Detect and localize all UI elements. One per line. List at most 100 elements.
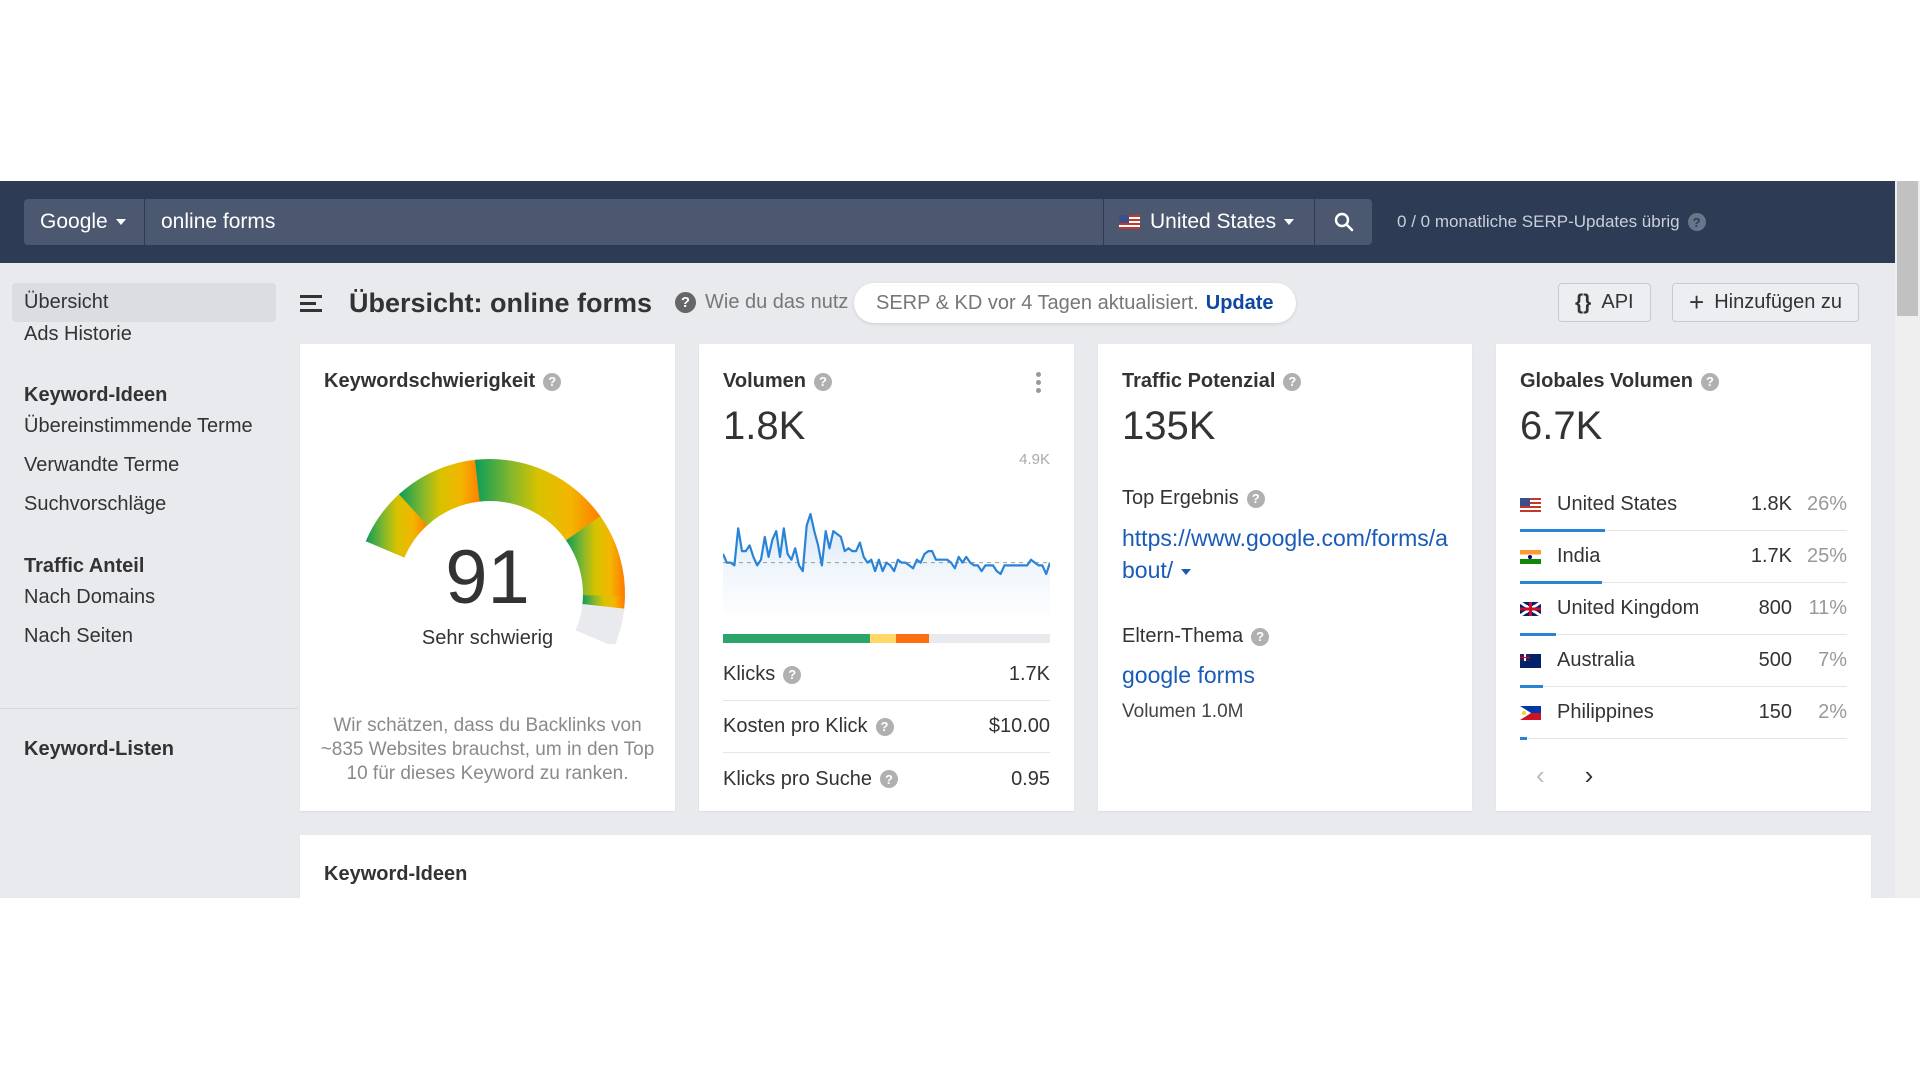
- more-options-icon[interactable]: [1036, 372, 1042, 396]
- country-percent: 2%: [1818, 701, 1847, 723]
- country-volume: 1.7K: [1750, 545, 1792, 567]
- help-icon[interactable]: ?: [1701, 372, 1719, 391]
- chevron-down-icon[interactable]: [1181, 568, 1192, 575]
- help-icon[interactable]: ?: [1251, 627, 1270, 646]
- kd-score: 91: [445, 535, 530, 620]
- search-button[interactable]: [1315, 199, 1372, 245]
- card-title: Traffic Potenzial?: [1122, 370, 1302, 393]
- uk-flag-icon: [1520, 601, 1541, 616]
- help-icon[interactable]: ?: [879, 770, 898, 788]
- add-to-label: Hinzufügen zu: [1714, 291, 1843, 313]
- sidebar-item-matching-terms[interactable]: Übereinstimmende Terme: [12, 407, 276, 446]
- parent-topic-volume: Volumen 1.0M: [1122, 701, 1244, 722]
- api-label: API: [1601, 291, 1634, 313]
- country-dropdown[interactable]: United States: [1103, 199, 1315, 245]
- main-content: Übersicht Ads Historie Keyword-Ideen Übe…: [0, 263, 1895, 898]
- metric-value: $10.00: [988, 715, 1050, 737]
- help-icon[interactable]: ?: [543, 372, 562, 391]
- next-page-button[interactable]: ›: [1585, 760, 1594, 791]
- card-title: Volumen?: [723, 370, 832, 393]
- sparkline-max-label: 4.9K: [1019, 451, 1050, 468]
- sidebar-divider: [0, 708, 298, 709]
- title-bar: Übersicht: online forms ? Wie du das nut…: [298, 263, 1873, 343]
- us-flag-icon: [1520, 497, 1541, 512]
- sidebar-item-ads-history[interactable]: Ads Historie: [12, 315, 276, 354]
- volume-title: Volumen: [723, 370, 806, 392]
- country-row[interactable]: United Kingdom 800 11%: [1520, 583, 1847, 636]
- sidebar-item-label: Übersicht: [24, 291, 109, 313]
- metric-label: Klicks: [723, 663, 776, 685]
- help-icon[interactable]: ?: [1246, 489, 1265, 508]
- volume-card: Volumen? 1.8K 4.9K Klicks? 1.7K Kosten p…: [699, 344, 1074, 811]
- page-title: Übersicht: online forms: [349, 288, 653, 318]
- scrollbar-thumb[interactable]: [1897, 181, 1918, 316]
- card-title: Keywordschwierigkeit?: [324, 370, 562, 393]
- country-name: Philippines: [1557, 701, 1654, 723]
- country-name: United States: [1557, 493, 1678, 515]
- prev-page-button[interactable]: ‹: [1536, 760, 1545, 791]
- sidebar-item-by-domains[interactable]: Nach Domains: [12, 578, 276, 617]
- country-row[interactable]: Australia 500 7%: [1520, 635, 1847, 688]
- search-bar: Google United States: [24, 199, 1372, 245]
- how-to-use-link[interactable]: ? Wie du das nutz: [675, 291, 848, 314]
- help-icon: ?: [675, 292, 696, 313]
- traffic-potential-card: Traffic Potenzial? 135K Top Ergebnis? ht…: [1098, 344, 1472, 811]
- serp-total: 0: [1420, 212, 1431, 231]
- update-link[interactable]: Update: [1206, 292, 1274, 315]
- sidebar-item-label: Ads Historie: [24, 323, 132, 345]
- country-row[interactable]: India 1.7K 25%: [1520, 531, 1847, 584]
- country-volume: 150: [1758, 701, 1792, 723]
- sidebar-item-label: Verwandte Terme: [24, 454, 180, 476]
- ph-flag-icon: [1520, 705, 1541, 720]
- sidebar-heading-keyword-ideas: Keyword-Ideen: [24, 384, 168, 406]
- help-icon[interactable]: ?: [783, 665, 802, 684]
- help-icon[interactable]: ?: [813, 372, 832, 391]
- country-percent: 25%: [1806, 545, 1847, 567]
- global-value: 6.7K: [1520, 404, 1603, 448]
- sidebar-item-keyword-lists[interactable]: Keyword-Listen: [24, 738, 174, 761]
- add-to-button[interactable]: + Hinzufügen zu: [1672, 283, 1860, 322]
- country-name: United Kingdom: [1557, 597, 1700, 619]
- keyword-input[interactable]: [145, 199, 1103, 245]
- country-volume: 1.8K: [1750, 493, 1792, 515]
- us-flag-icon: [1119, 215, 1140, 229]
- metric-value: 0.95: [1011, 767, 1050, 790]
- serp-updates-info: 0 / 0 monatliche SERP-Updates übrig ?: [1397, 181, 1706, 263]
- global-volume-card: Globales Volumen? 6.7K United States 1.8K…: [1496, 344, 1871, 811]
- keyword-ideas-title: Keyword-Ideen: [324, 863, 468, 885]
- help-icon[interactable]: ?: [1687, 213, 1706, 231]
- menu-icon[interactable]: [300, 295, 322, 313]
- top-result-label-text: Top Ergebnis: [1122, 487, 1239, 509]
- how-to-use-text: Wie du das nutz: [705, 291, 849, 313]
- search-engine-dropdown[interactable]: Google: [24, 199, 145, 245]
- metric-value: 1.7K: [1008, 663, 1050, 685]
- parent-topic-label-text: Eltern-Thema: [1122, 625, 1244, 647]
- scrollbar[interactable]: [1895, 181, 1920, 898]
- search-engine-label: Google: [40, 210, 108, 233]
- sidebar-item-related-terms[interactable]: Verwandte Terme: [12, 446, 276, 485]
- country-row[interactable]: Philippines 150 2%: [1520, 687, 1847, 740]
- country-row[interactable]: United States 1.8K 26%: [1520, 479, 1847, 532]
- sidebar-heading-traffic-share: Traffic Anteil: [24, 555, 145, 577]
- volume-value: 1.8K: [723, 404, 806, 448]
- country-label: United States: [1150, 210, 1277, 233]
- sidebar-item-by-pages[interactable]: Nach Seiten: [12, 617, 276, 656]
- top-result-label: Top Ergebnis?: [1122, 487, 1265, 510]
- serp-used: 0: [1397, 212, 1407, 231]
- metric-row-cpc: Kosten pro Klick? $10.00: [723, 701, 1050, 753]
- help-icon[interactable]: ?: [875, 717, 894, 736]
- clicks-segment: [723, 634, 871, 643]
- api-button[interactable]: {} API: [1558, 283, 1651, 322]
- parent-topic-link[interactable]: google forms: [1122, 659, 1452, 691]
- au-flag-icon: [1520, 653, 1541, 668]
- sidebar-item-label: Nach Domains: [24, 586, 156, 608]
- top-header: Google United States 0 / 0 monatliche SE…: [0, 181, 1895, 263]
- country-percent: 26%: [1806, 493, 1847, 515]
- metric-label: Klicks pro Suche: [723, 767, 872, 790]
- metric-row-clicks: Klicks? 1.7K: [723, 649, 1050, 701]
- sidebar-item-search-suggestions[interactable]: Suchvorschläge: [12, 485, 276, 524]
- top-result-link[interactable]: https://www.google.com/forms/about/: [1122, 522, 1452, 586]
- help-icon[interactable]: ?: [1283, 372, 1302, 391]
- volume-sparkline: [723, 512, 1050, 614]
- metric-label: Kosten pro Klick: [723, 715, 868, 737]
